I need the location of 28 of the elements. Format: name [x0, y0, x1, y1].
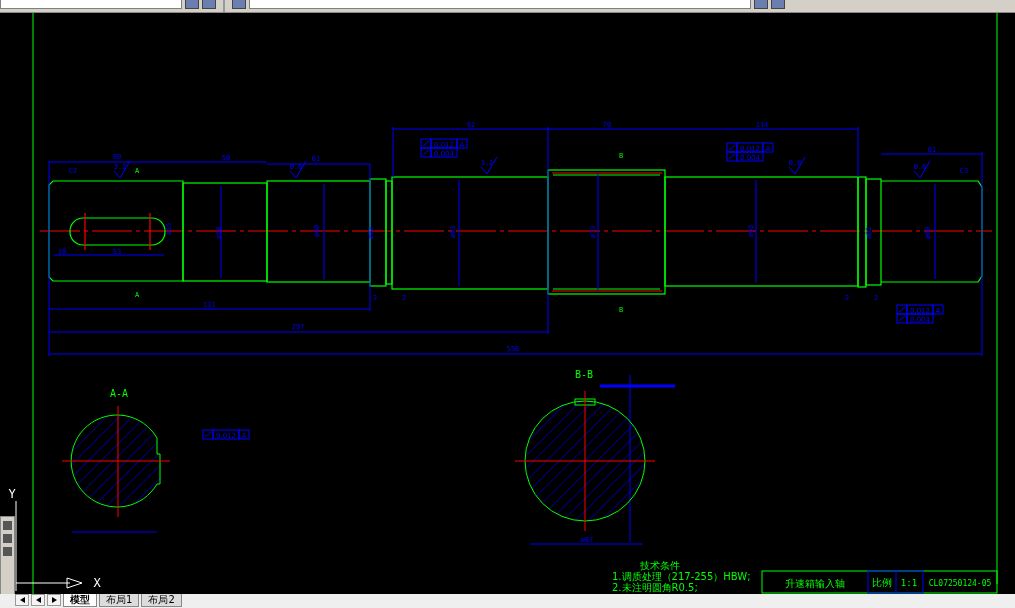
first-tab-button[interactable]: [15, 594, 29, 606]
toolbar-icon[interactable]: [754, 0, 768, 9]
toolbar-icon[interactable]: [185, 0, 199, 9]
note-line: 1.调质处理（217-255）HBW;: [612, 571, 751, 582]
axis-label: X: [93, 576, 101, 590]
command-field[interactable]: [0, 0, 182, 9]
section-title: B-B: [574, 369, 594, 380]
next-tab-button[interactable]: [47, 594, 61, 606]
next-icon: [51, 597, 57, 603]
prev-tab-button[interactable]: [31, 594, 45, 606]
layer-dropdown[interactable]: [249, 0, 751, 9]
section-title: A-A: [109, 388, 129, 399]
layout-tab[interactable]: 布局2: [141, 594, 182, 607]
axis-label: Y: [8, 487, 16, 501]
toolbar-icon[interactable]: [771, 0, 785, 9]
first-icon: [19, 597, 25, 603]
scale-value: 1:1: [900, 578, 918, 588]
part-name: 升速箱输入轴: [785, 578, 845, 589]
ucs-axis-icon: [15, 500, 83, 592]
prev-icon: [35, 597, 41, 603]
drawing-number: CL07250124-05: [928, 579, 992, 588]
toolbar-icon[interactable]: [202, 0, 216, 9]
notes-title: 技术条件: [640, 560, 680, 571]
scale-label: 比例: [872, 577, 892, 588]
layout-tab[interactable]: 模型: [63, 594, 97, 607]
layout-tab[interactable]: 布局1: [99, 594, 140, 607]
layer-icon[interactable]: [232, 0, 246, 9]
note-line: 2.未注明圆角R0.5;: [612, 582, 698, 593]
